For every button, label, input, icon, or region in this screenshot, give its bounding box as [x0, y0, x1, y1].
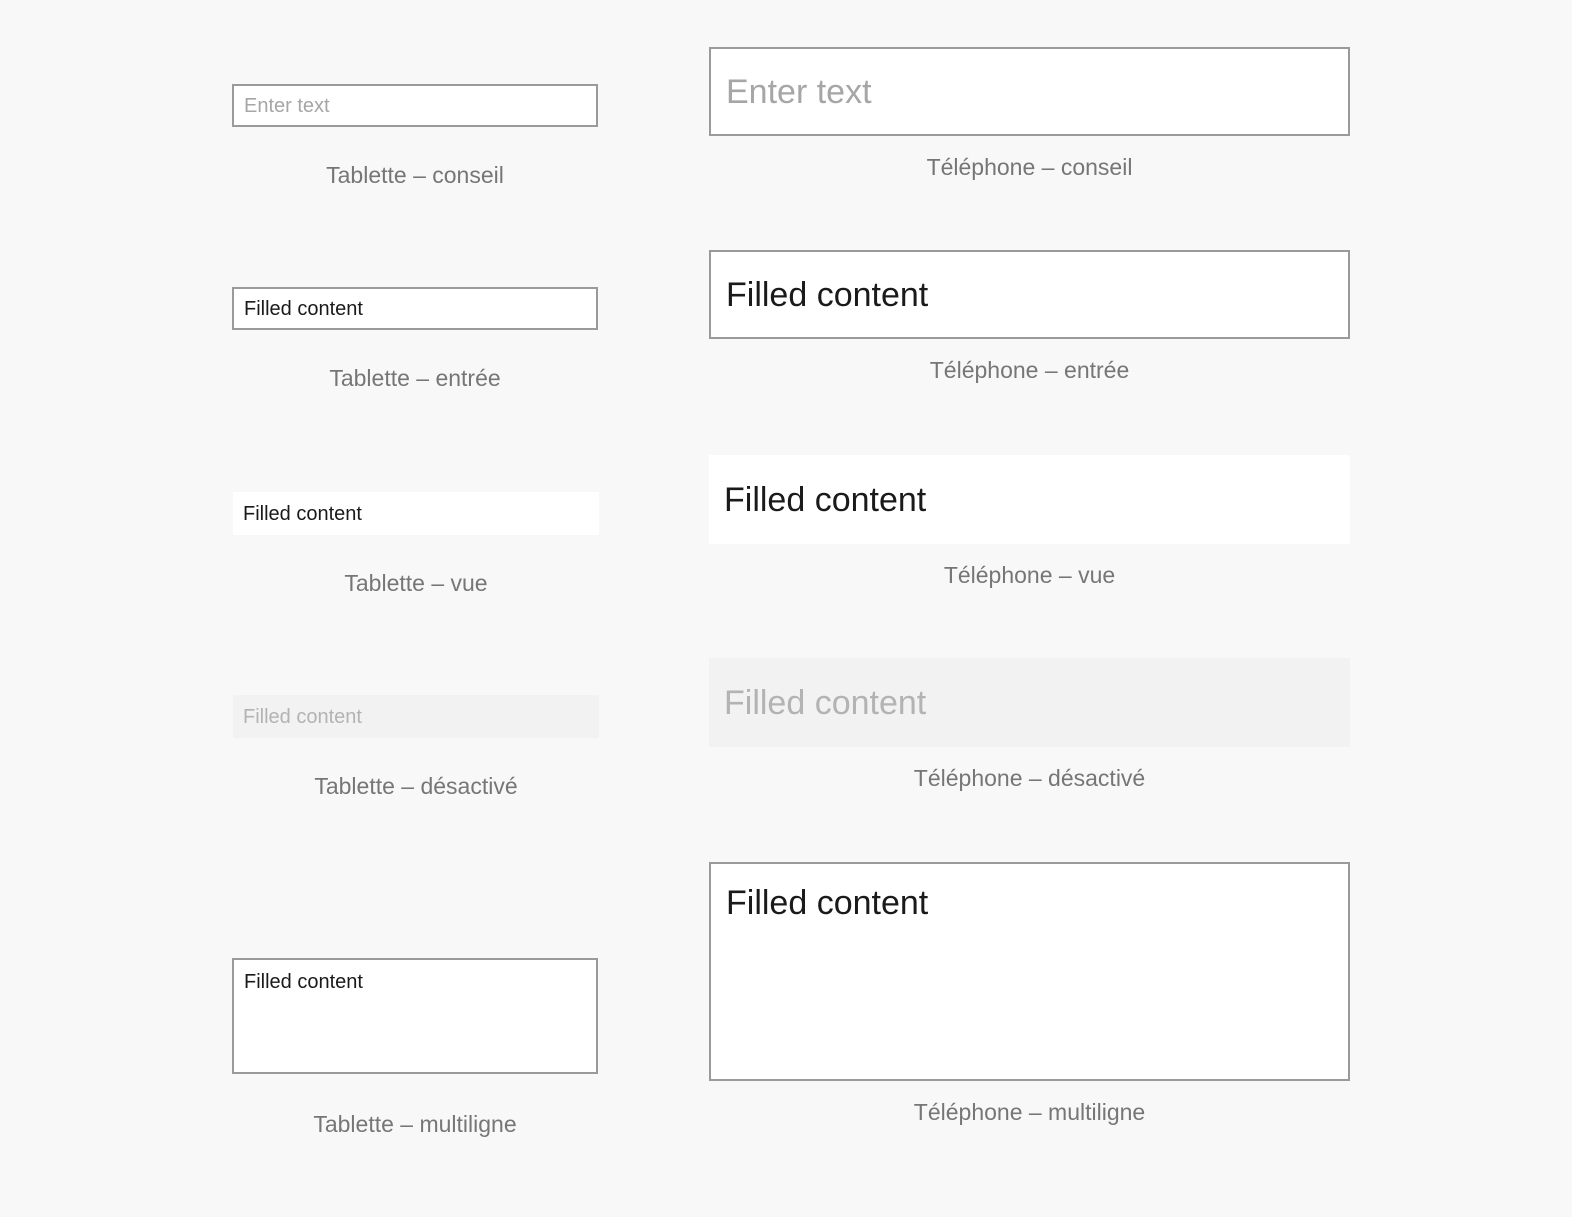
phone-input-group: Filled content Téléphone – entrée [709, 250, 1350, 384]
phone-input-textfield[interactable]: Filled content [709, 250, 1350, 339]
phone-input-caption: Téléphone – entrée [929, 357, 1130, 383]
phone-view-caption: Téléphone – vue [943, 562, 1116, 588]
tablet-hint-placeholder-text: Enter text [244, 94, 330, 117]
tablet-disabled-group: Filled content Tablette – désactivé [233, 695, 599, 800]
tablet-disabled-textfield: Filled content [233, 695, 599, 738]
phone-hint-caption: Téléphone – conseil [926, 154, 1133, 180]
phone-view-group: Filled content Téléphone – vue [709, 455, 1350, 589]
tablet-input-textfield[interactable]: Filled content [232, 287, 598, 330]
phone-hint-placeholder-text: Enter text [726, 72, 872, 111]
tablet-disabled-value-text: Filled content [243, 705, 362, 728]
tablet-view-caption: Tablette – vue [344, 570, 488, 596]
phone-disabled-caption: Téléphone – désactivé [913, 765, 1146, 791]
tablet-hint-textfield[interactable]: Enter text [232, 84, 598, 127]
tablet-view-textfield[interactable]: Filled content [233, 492, 599, 535]
tablet-disabled-caption: Tablette – désactivé [314, 773, 518, 799]
tablet-input-caption: Tablette – entrée [329, 365, 501, 391]
phone-disabled-value-text: Filled content [724, 683, 927, 722]
tablet-hint-group: Enter text Tablette – conseil [232, 84, 598, 189]
phone-hint-textfield[interactable]: Enter text [709, 47, 1350, 136]
tablet-hint-caption: Tablette – conseil [326, 162, 504, 188]
text-field-specimen-sheet: Enter text Tablette – conseil Filled con… [0, 0, 1572, 1217]
phone-multiline-value-text: Filled content [726, 884, 929, 922]
tablet-input-group: Filled content Tablette – entrée [232, 287, 598, 392]
phone-multiline-group: Filled content Téléphone – multiligne [709, 862, 1350, 1126]
phone-input-value-text: Filled content [726, 275, 929, 314]
tablet-input-value-text: Filled content [244, 297, 363, 320]
tablet-multiline-caption: Tablette – multiligne [313, 1111, 517, 1137]
phone-multiline-caption: Téléphone – multiligne [913, 1099, 1146, 1125]
tablet-multiline-group: Filled content Tablette – multiligne [232, 958, 598, 1138]
tablet-view-value-text: Filled content [243, 502, 362, 525]
phone-hint-group: Enter text Téléphone – conseil [709, 47, 1350, 181]
phone-view-value-text: Filled content [724, 480, 927, 519]
phone-disabled-group: Filled content Téléphone – désactivé [709, 658, 1350, 792]
phone-multiline-textarea[interactable]: Filled content [709, 862, 1350, 1081]
phone-disabled-textfield: Filled content [709, 658, 1350, 747]
phone-view-textfield[interactable]: Filled content [709, 455, 1350, 544]
tablet-multiline-textarea[interactable]: Filled content [232, 958, 598, 1074]
tablet-multiline-value-text: Filled content [244, 971, 363, 993]
tablet-view-group: Filled content Tablette – vue [233, 492, 599, 597]
